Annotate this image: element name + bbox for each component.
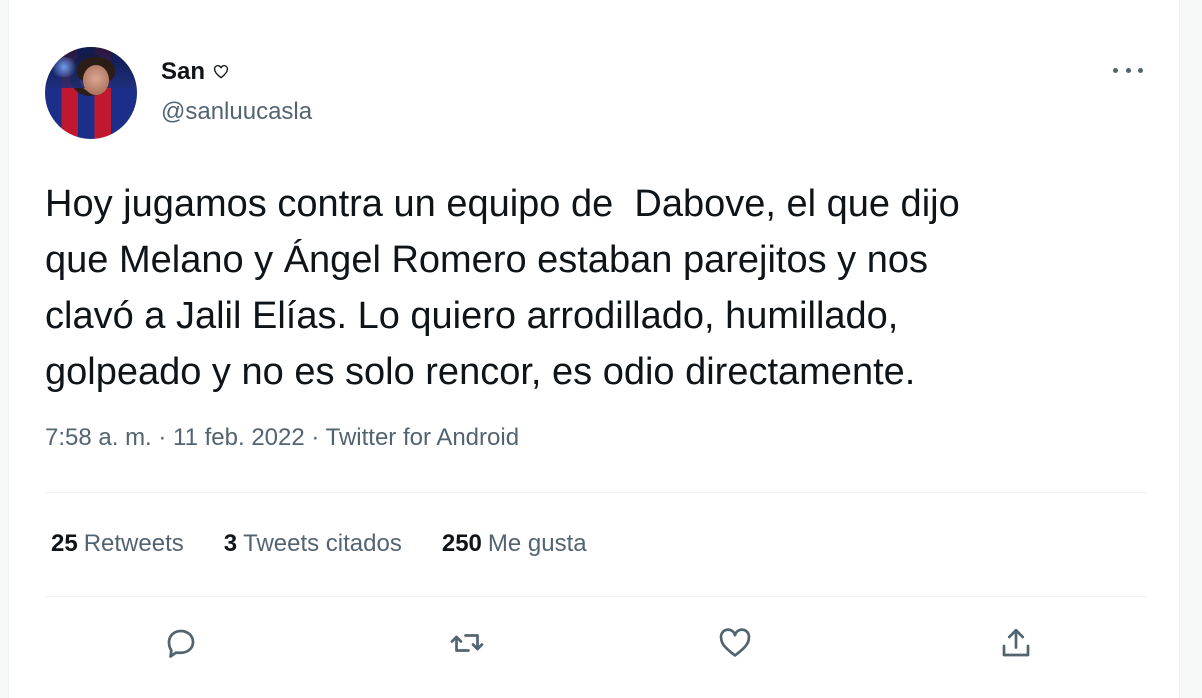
more-dots-icon[interactable] [1113, 60, 1143, 80]
retweets-count: 25 [51, 530, 78, 557]
tweet-text: Hoy jugamos contra un equipo de Dabove, … [45, 183, 960, 393]
dot [1125, 67, 1131, 73]
action-bar [9, 620, 1179, 666]
likes-stat[interactable]: 250 Me gusta [442, 530, 587, 558]
retweets-stat[interactable]: 25 Retweets [51, 530, 184, 558]
tweet-stats: 25 Retweets 3 Tweets citados 250 Me gust… [51, 530, 587, 558]
quotes-count: 3 [223, 530, 238, 557]
retweet-icon [450, 634, 484, 652]
heart-outline-icon [213, 64, 229, 80]
quotes-stat[interactable]: 3 Tweets citados [224, 530, 402, 558]
reply-icon [167, 629, 195, 658]
quotes-label: Tweets citados [243, 530, 402, 557]
dot [1113, 67, 1118, 73]
avatar[interactable] [45, 47, 137, 139]
retweets-label: Retweets [83, 530, 184, 557]
likes-label: Me gusta [487, 530, 587, 557]
avatar-glow [49, 57, 79, 77]
divider [45, 596, 1147, 597]
user-handle[interactable]: @sanluucasla [161, 98, 312, 126]
dot [1138, 67, 1143, 73]
reply-button[interactable] [158, 620, 204, 666]
likes-count: 250 [441, 530, 482, 557]
name-row: San [161, 58, 229, 86]
tweet-card: San @sanluucasla Hoy jugamos contra un e… [8, 0, 1180, 698]
display-name[interactable]: San [161, 58, 205, 86]
avatar-face [83, 65, 109, 95]
heart-icon [719, 628, 751, 657]
tweet-meta[interactable]: 7:58 a. m. · 11 feb. 2022 · Twitter for … [45, 424, 519, 452]
share-button[interactable] [993, 620, 1039, 666]
divider [45, 492, 1147, 493]
like-button[interactable] [712, 620, 758, 666]
retweet-button[interactable] [444, 620, 490, 666]
share-icon [1002, 628, 1030, 657]
